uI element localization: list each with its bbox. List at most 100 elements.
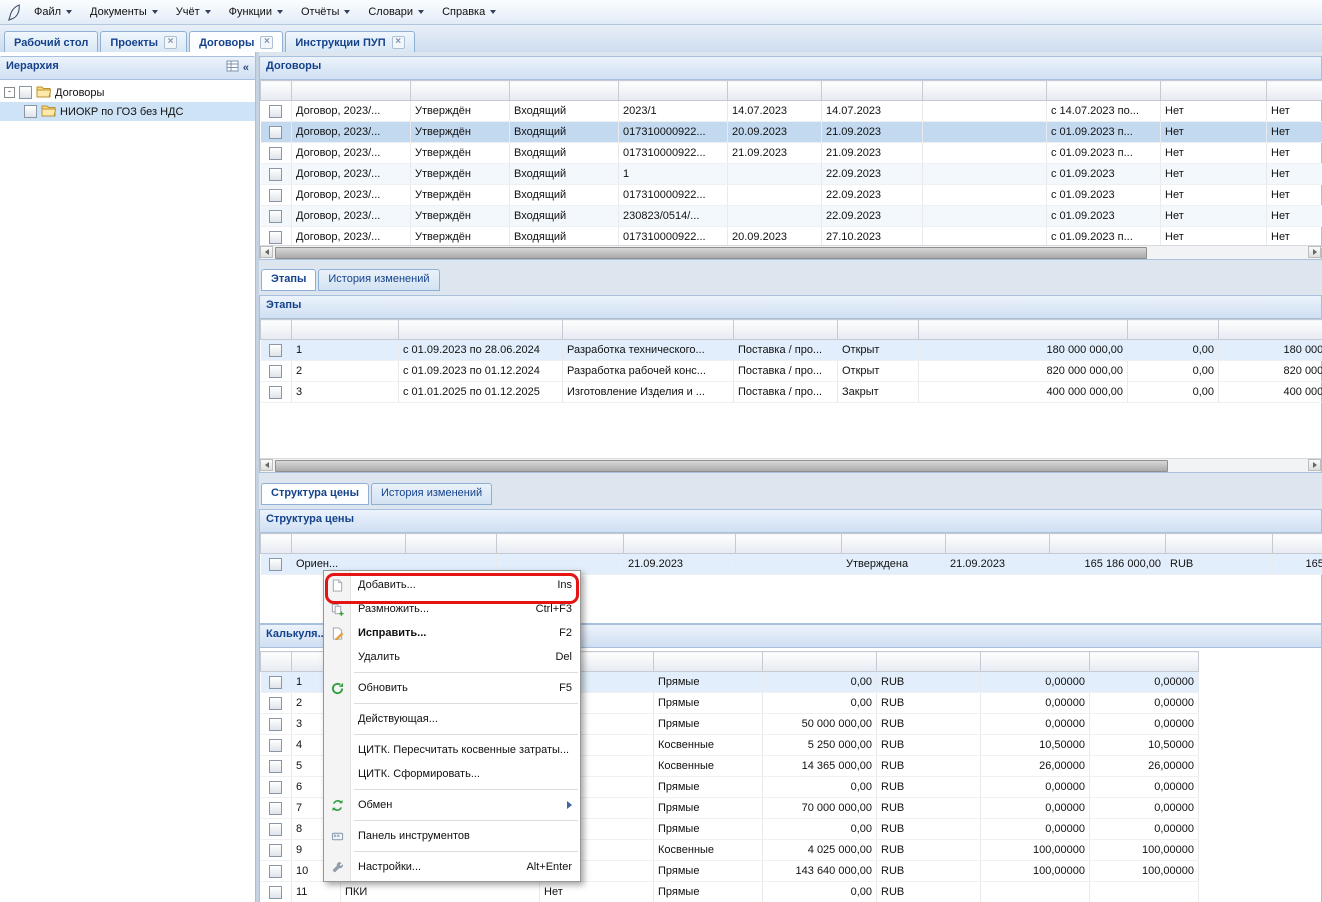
cell-currency[interactable]: RUB xyxy=(877,861,981,882)
table-row[interactable]: 3 с 01.01.2025 по 01.12.2025 Изготовлени… xyxy=(261,382,1322,403)
checkbox[interactable] xyxy=(269,147,282,160)
checkbox[interactable] xyxy=(269,844,282,857)
menu-item-toolbar[interactable]: Панель инструментов xyxy=(324,824,580,848)
cell-close-date[interactable] xyxy=(923,164,1047,185)
table-row[interactable]: Договор, 2023/... Утверждён Входящий 202… xyxy=(261,101,1322,122)
cell-period[interactable]: с 01.09.2023 xyxy=(1047,206,1161,227)
row-checkbox-cell[interactable] xyxy=(261,756,292,777)
checkbox[interactable] xyxy=(269,886,282,899)
cell-description[interactable]: Разработка рабочей конс... xyxy=(563,361,734,382)
menubar-item[interactable]: Справка xyxy=(434,3,504,21)
scroll-right-icon[interactable] xyxy=(1308,459,1321,471)
cell-percent-plan[interactable] xyxy=(981,882,1090,902)
cell-currency[interactable]: RUB xyxy=(877,735,981,756)
cell-external-no[interactable]: 230823/0514/... xyxy=(619,206,728,227)
close-icon[interactable]: × xyxy=(392,36,405,49)
checkbox[interactable] xyxy=(269,697,282,710)
scrollbar-thumb[interactable] xyxy=(275,460,1168,472)
cell-account-type[interactable]: Поставка / про... xyxy=(734,340,838,361)
menubar-item[interactable]: Файл xyxy=(26,3,80,21)
cell-period[interactable]: с 01.09.2023 п... xyxy=(1047,143,1161,164)
cell-period[interactable]: с 01.09.2023 п... xyxy=(1047,122,1161,143)
column-header[interactable] xyxy=(838,320,919,340)
row-checkbox-cell[interactable] xyxy=(261,693,292,714)
column-header[interactable] xyxy=(736,534,842,554)
row-checkbox-cell[interactable] xyxy=(261,840,292,861)
cell-cost-type[interactable]: Прямые xyxy=(654,693,763,714)
cell-cost-sum[interactable]: 50 000 000,00 xyxy=(763,714,877,735)
column-header[interactable] xyxy=(292,320,399,340)
checkbox[interactable] xyxy=(269,558,282,571)
menu-item-acting[interactable]: Действующая... xyxy=(324,707,580,731)
tab-projects[interactable]: Проекты× xyxy=(100,31,187,53)
cell-account-type[interactable]: Поставка / про... xyxy=(734,361,838,382)
column-header[interactable] xyxy=(734,320,838,340)
column-header[interactable] xyxy=(261,320,292,340)
menubar-item[interactable]: Словари xyxy=(360,3,432,21)
cell-close-date[interactable] xyxy=(923,206,1047,227)
menubar-item[interactable]: Учёт xyxy=(168,3,219,21)
cell-valid-to[interactable] xyxy=(736,554,842,575)
cell-sum-no-tax[interactable]: 180 000 000,00 xyxy=(919,340,1128,361)
checkbox[interactable] xyxy=(269,365,282,378)
cell-period[interactable]: с 01.09.2023 xyxy=(1047,185,1161,206)
cell-state[interactable]: Закрыт xyxy=(838,382,919,403)
cell-external-no[interactable]: 017310000922... xyxy=(619,185,728,206)
table-row[interactable]: 1 с 01.09.2023 по 28.06.2024 Разработка … xyxy=(261,340,1322,361)
table-row[interactable]: Договор, 2023/... Утверждён Входящий 230… xyxy=(261,206,1322,227)
cell-percent-plan[interactable]: 0,00000 xyxy=(981,798,1090,819)
cell-percent-fact[interactable]: 100,00000 xyxy=(1090,861,1199,882)
cell-cost-type[interactable]: Прямые xyxy=(654,861,763,882)
menu-item-settings[interactable]: Настройки... Alt+Enter xyxy=(324,855,580,879)
cell-currency[interactable]: RUB xyxy=(877,819,981,840)
cell-document[interactable]: Договор, 2023/... xyxy=(292,143,411,164)
tab-pup-instructions[interactable]: Инструкции ПУП× xyxy=(285,31,414,53)
cell-external-no[interactable]: 1 xyxy=(619,164,728,185)
cell-cost-sum[interactable]: 14 365 000,00 xyxy=(763,756,877,777)
cell-reg-date[interactable] xyxy=(728,185,822,206)
menubar-item[interactable]: Документы xyxy=(82,3,166,21)
column-header[interactable] xyxy=(261,81,292,101)
cell-conditional[interactable]: Нет xyxy=(1161,164,1267,185)
column-header[interactable] xyxy=(411,81,510,101)
cell-kind[interactable]: Входящий xyxy=(510,101,619,122)
cell-close-date[interactable] xyxy=(923,101,1047,122)
cell-cost-sum[interactable]: 0,00 xyxy=(763,882,877,902)
cell-close-date[interactable] xyxy=(923,143,1047,164)
cell-percent-fact[interactable]: 0,00000 xyxy=(1090,672,1199,693)
checkbox[interactable] xyxy=(269,739,282,752)
checkbox[interactable] xyxy=(24,105,37,118)
cell-state[interactable]: Утверждён xyxy=(411,143,510,164)
scrollbar-thumb[interactable] xyxy=(275,247,1147,259)
cell-approve-date[interactable]: 22.09.2023 xyxy=(822,185,923,206)
cell-external-no[interactable]: 017310000922... xyxy=(619,143,728,164)
tree-node-niokr[interactable]: НИОКР по ГОЗ без НДС xyxy=(0,102,255,121)
cell-external-no[interactable]: 017310000922... xyxy=(619,122,728,143)
checkbox[interactable] xyxy=(269,231,282,244)
column-header[interactable] xyxy=(923,81,1047,101)
column-header[interactable] xyxy=(1128,320,1219,340)
column-header[interactable] xyxy=(619,81,728,101)
cell-percent-fact[interactable]: 0,00000 xyxy=(1090,777,1199,798)
cell-reg-date[interactable]: 21.09.2023 xyxy=(728,143,822,164)
cell-additional[interactable]: Нет xyxy=(1267,206,1322,227)
cell-approve-date[interactable]: 21.09.2023 xyxy=(822,122,923,143)
cell-kind[interactable]: Входящий xyxy=(510,206,619,227)
menu-item-edit[interactable]: Исправить... F2 xyxy=(324,621,580,645)
menu-item-exchange[interactable]: Обмен xyxy=(324,793,580,817)
column-header[interactable] xyxy=(399,320,563,340)
cell-period[interactable]: с 01.01.2025 по 01.12.2025 xyxy=(399,382,563,403)
cell-flag[interactable]: Нет xyxy=(540,882,654,902)
cell-cost-sum[interactable]: 70 000 000,00 xyxy=(763,798,877,819)
cell-reg-date[interactable]: 14.07.2023 xyxy=(728,101,822,122)
cell-percent-plan[interactable]: 100,00000 xyxy=(981,840,1090,861)
checkbox[interactable] xyxy=(19,86,32,99)
cell-percent-fact[interactable]: 0,00000 xyxy=(1090,693,1199,714)
cell-percent-fact[interactable]: 100,00000 xyxy=(1090,840,1199,861)
cell-state[interactable]: Утверждён xyxy=(411,122,510,143)
column-header[interactable] xyxy=(497,534,624,554)
cell-kind[interactable]: Входящий xyxy=(510,122,619,143)
checkbox[interactable] xyxy=(269,781,282,794)
cell-conditional[interactable]: Нет xyxy=(1161,206,1267,227)
menu-item-add[interactable]: Добавить... Ins xyxy=(324,573,580,597)
